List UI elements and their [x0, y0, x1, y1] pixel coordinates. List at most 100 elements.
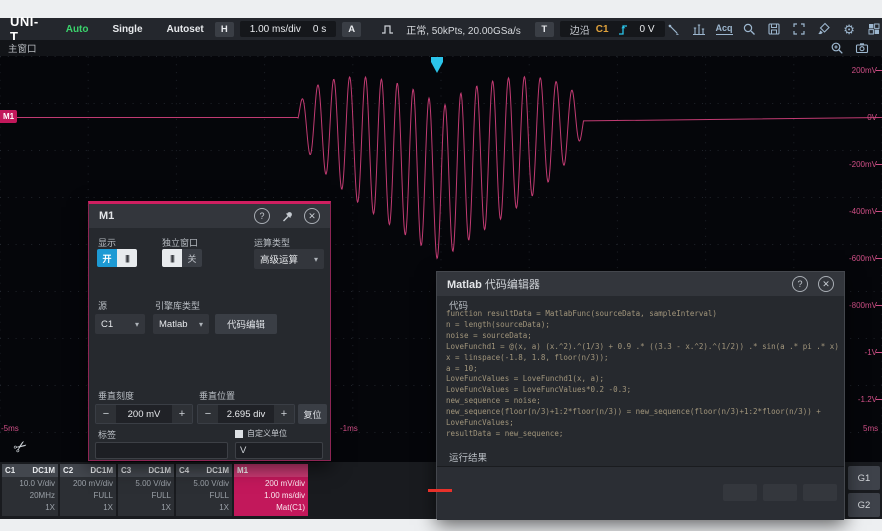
m1-trace-marker[interactable]: M1 — [0, 110, 17, 123]
reset-button[interactable]: 复位 — [298, 404, 327, 424]
channel-header: C2DC1M — [60, 464, 116, 477]
window-off-segment[interactable]: 关 — [182, 249, 202, 267]
window-bars-segment[interactable]: ||| — [162, 249, 182, 267]
single-button[interactable]: Single — [108, 24, 148, 35]
window-chrome-bottom — [0, 519, 882, 531]
close-icon[interactable]: ✕ — [304, 208, 320, 224]
source-dropdown[interactable]: C1 ▾ — [95, 314, 145, 334]
help-icon[interactable]: ? — [792, 276, 808, 292]
save-icon[interactable] — [765, 21, 784, 37]
operation-type-dropdown[interactable]: 高级运算 ▾ — [254, 249, 324, 269]
trigger-level: 0 V — [640, 24, 655, 35]
trigger-position-marker[interactable] — [431, 57, 443, 73]
engine-dropdown[interactable]: Matlab ▾ — [153, 314, 209, 334]
histogram-icon[interactable] — [690, 21, 709, 37]
side-button-g1[interactable]: G1 — [848, 466, 880, 490]
channel-id: M1 — [237, 466, 248, 475]
code-block[interactable]: function resultData = MatlabFunc(sourceD… — [446, 309, 840, 443]
acquire-status: 正常, 50kPts, 20.00GSa/s — [375, 21, 521, 37]
horizontal-menu-key[interactable]: H — [215, 22, 234, 37]
independent-window-label: 独立窗口 — [162, 236, 198, 249]
channel-block-c1[interactable]: C1DC1M10.0 V/div20MHz1X — [2, 464, 58, 516]
scale-minus-button[interactable]: − — [96, 405, 116, 423]
vertical-position-label: 垂直位置 — [199, 389, 235, 402]
m1-dialog-header[interactable]: M1 ? ✕ — [89, 204, 330, 228]
display-toggle[interactable]: 开 ||| — [97, 249, 137, 267]
independent-window-toggle[interactable]: ||| 关 — [162, 249, 202, 267]
result-action-button[interactable] — [763, 484, 797, 501]
channel-info-line: 200 mV/div — [60, 477, 116, 489]
run-state-auto-button[interactable]: Auto — [61, 24, 94, 35]
vertical-position-stepper: − 2.695 div + — [197, 404, 295, 424]
result-action-button[interactable] — [803, 484, 837, 501]
window-chrome-top — [0, 0, 882, 19]
operation-type-label: 运算类型 — [254, 236, 290, 249]
trigger-field[interactable]: 边沿 C1 0 V — [560, 21, 665, 37]
autoset-button[interactable]: Autoset — [162, 24, 209, 35]
display-bars-segment[interactable]: ||| — [117, 249, 137, 267]
channel-block-c4[interactable]: C4DC1M5.00 V/divFULL1X — [176, 464, 232, 516]
vertical-scale-value: 200 mV — [116, 405, 172, 423]
voltage-label: -1.2V — [858, 396, 877, 404]
channel-block-c3[interactable]: C3DC1M5.00 V/divFULL1X — [118, 464, 174, 516]
code-line: x = linspace(-1.8, 1.8, floor(n/3)); — [446, 353, 840, 364]
voltage-label: -400mV — [849, 208, 877, 216]
channel-coupling: DC1M — [148, 466, 171, 475]
close-icon[interactable]: ✕ — [818, 276, 834, 292]
help-icon[interactable]: ? — [254, 208, 270, 224]
matlab-dialog-header[interactable]: Matlab 代码编辑器 ? ✕ — [437, 272, 844, 296]
display-on-segment[interactable]: 开 — [97, 249, 117, 267]
custom-unit-checkbox[interactable]: 自定义单位 — [235, 428, 287, 439]
channel-id: C1 — [5, 466, 15, 475]
search-icon[interactable] — [740, 21, 759, 37]
channel-block-c2[interactable]: C2DC1M200 mV/divFULL1X — [60, 464, 116, 516]
chevron-down-icon: ▾ — [314, 255, 318, 264]
timebase-field[interactable]: 1.00 ms/div 0 s — [240, 21, 336, 37]
channel-info-line: 1X — [60, 501, 116, 513]
main-window-tab[interactable]: 主窗口 — [8, 41, 37, 55]
position-minus-button[interactable]: − — [198, 405, 218, 423]
unit-input[interactable]: V — [235, 442, 323, 459]
channel-block-m1[interactable]: M1200 mV/div1.00 ms/divMat(C1) — [234, 464, 308, 516]
pin-icon[interactable] — [280, 209, 294, 223]
time-label: 5ms — [863, 425, 878, 433]
channel-header: C1 DC1M — [2, 464, 58, 477]
time-label: -5ms — [1, 425, 19, 433]
code-line: LoveFuncValues = LoveFuncValues*0.2 -0.3… — [446, 385, 840, 396]
channel-info-line: 5.00 V/div — [118, 477, 174, 489]
fullscreen-icon[interactable] — [790, 21, 809, 37]
code-line: LoveFuncValues = LoveFunchd1(x, a); — [446, 374, 840, 385]
result-action-button[interactable] — [723, 484, 757, 501]
vertical-position-value: 2.695 div — [218, 405, 274, 423]
voltage-label: -800mV — [849, 302, 877, 310]
scale-plus-button[interactable]: + — [172, 405, 192, 423]
main-toolbar: UNI-T Auto Single Autoset H 1.00 ms/div … — [0, 18, 882, 40]
acq-menu-icon[interactable]: Acq — [715, 21, 734, 37]
brush-icon[interactable] — [815, 21, 834, 37]
channel-info-line: FULL — [118, 489, 174, 501]
channel-info-line: 20MHz — [2, 489, 58, 501]
acquire-menu-key[interactable]: A — [342, 22, 361, 37]
side-button-g2[interactable]: G2 — [848, 493, 880, 517]
code-line: n = length(sourceData); — [446, 320, 840, 331]
channel-coupling: DC1M — [32, 466, 55, 475]
cursor-icon[interactable] — [665, 21, 684, 37]
voltage-label: 200mV — [852, 67, 877, 75]
vertical-scale-stepper: − 200 mV + — [95, 404, 193, 424]
window-layout-icon[interactable] — [865, 21, 882, 37]
time-label: -1ms — [340, 425, 358, 433]
gear-icon[interactable]: ⚙ — [840, 21, 859, 37]
source-label: 源 — [98, 299, 107, 312]
code-line: noise = sourceData; — [446, 331, 840, 342]
snapshot-icon[interactable] — [852, 40, 871, 56]
timebase-value: 1.00 ms/div — [250, 24, 301, 35]
code-edit-button[interactable]: 代码编辑 — [215, 314, 277, 334]
voltage-label: -200mV — [849, 161, 877, 169]
position-plus-button[interactable]: + — [274, 405, 294, 423]
trigger-menu-key[interactable]: T — [535, 22, 554, 37]
display-label: 显示 — [98, 236, 116, 249]
window-tab-bar: 主窗口 — [0, 40, 882, 56]
label-input[interactable] — [95, 442, 228, 459]
zoom-in-icon[interactable] — [827, 40, 846, 56]
channel-id: C3 — [121, 466, 131, 475]
